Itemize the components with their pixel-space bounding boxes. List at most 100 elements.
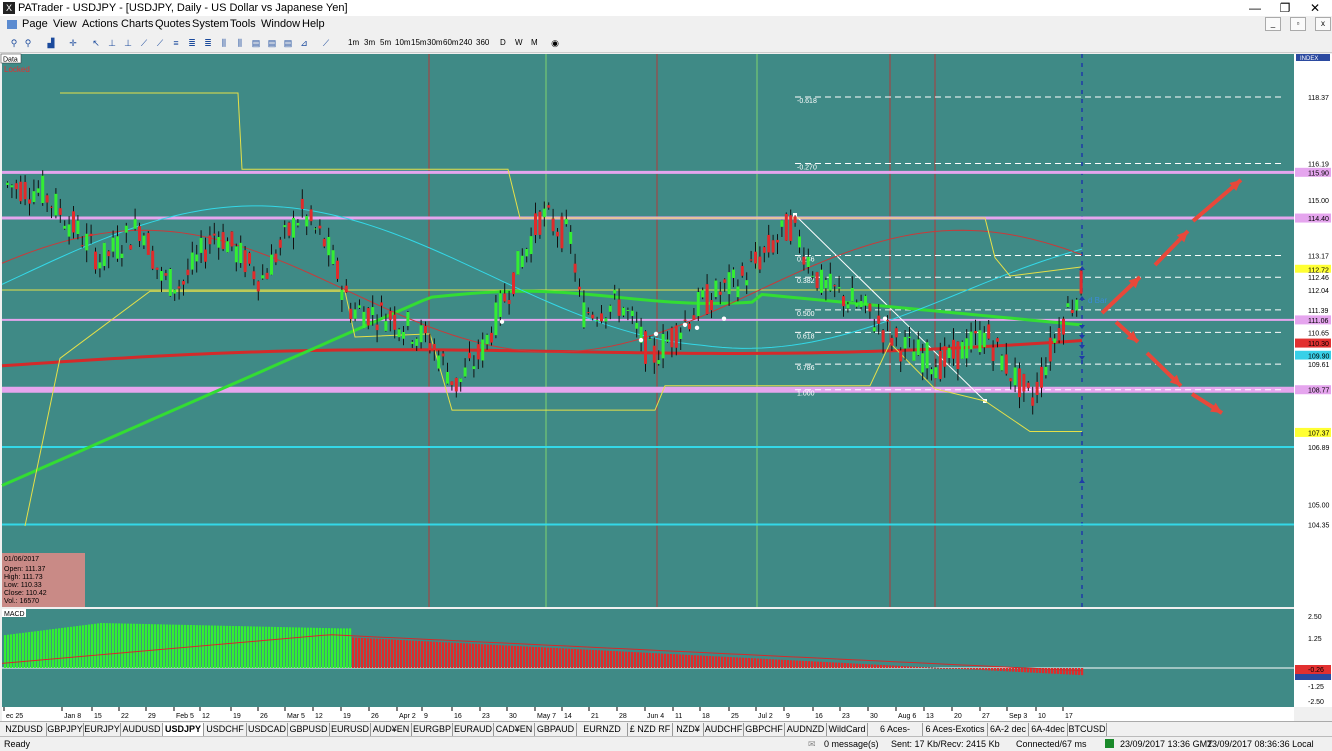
candle[interactable]: [199, 237, 203, 253]
candle[interactable]: [182, 281, 185, 285]
candle[interactable]: [217, 237, 221, 248]
symbol-tab[interactable]: EURUSD: [330, 723, 371, 736]
candle[interactable]: [419, 325, 423, 343]
pointer-icon[interactable]: ↖: [90, 37, 102, 49]
text-tool-icon[interactable]: ▤: [266, 37, 278, 49]
candle[interactable]: [454, 377, 458, 392]
candle[interactable]: [446, 371, 449, 384]
symbol-tab[interactable]: EURGBP: [412, 723, 453, 736]
symbol-tab[interactable]: 6 Aces-Exotics: [923, 723, 988, 736]
candle[interactable]: [111, 237, 115, 252]
menu-tools[interactable]: Tools: [230, 18, 256, 30]
candle[interactable]: [397, 329, 401, 338]
candle[interactable]: [578, 286, 581, 290]
candle[interactable]: [996, 338, 999, 342]
candle[interactable]: [710, 300, 713, 311]
candle[interactable]: [573, 263, 577, 273]
candle[interactable]: [740, 266, 744, 276]
symbol-tab[interactable]: AUDUSD: [121, 723, 163, 736]
candle[interactable]: [155, 267, 159, 270]
candle[interactable]: [538, 211, 542, 235]
symbol-tab[interactable]: GBPUSD: [288, 723, 330, 736]
candle[interactable]: [410, 341, 414, 344]
candle[interactable]: [503, 293, 507, 302]
chart-type-icon[interactable]: ▟: [45, 37, 57, 49]
candle[interactable]: [314, 228, 317, 230]
candle[interactable]: [692, 315, 696, 320]
symbol-tab[interactable]: EURNZD RF: [577, 723, 628, 747]
symbol-tab[interactable]: 6A-4dec: [1029, 723, 1068, 736]
candle[interactable]: [41, 175, 45, 204]
menu-actions[interactable]: Actions: [82, 18, 118, 30]
candle[interactable]: [485, 334, 489, 345]
candle[interactable]: [274, 253, 278, 263]
candle[interactable]: [520, 255, 524, 268]
candle[interactable]: [459, 378, 463, 383]
fib-ext-tool-icon[interactable]: ≣: [202, 37, 214, 49]
candle[interactable]: [894, 328, 898, 338]
candle[interactable]: [353, 309, 357, 319]
gann-tool-icon[interactable]: ⫼: [218, 37, 230, 49]
candle[interactable]: [648, 339, 652, 341]
candle[interactable]: [591, 314, 595, 319]
candle[interactable]: [982, 332, 986, 348]
candle[interactable]: [393, 314, 397, 330]
candle[interactable]: [494, 302, 498, 336]
candle[interactable]: [547, 205, 551, 208]
candle[interactable]: [811, 275, 815, 277]
candle[interactable]: [1070, 309, 1074, 313]
symbol-tab[interactable]: GBPCHF: [744, 723, 785, 736]
tf-1m[interactable]: 1m: [348, 38, 359, 47]
candle[interactable]: [309, 209, 313, 222]
candle[interactable]: [1018, 368, 1021, 398]
candle[interactable]: [820, 269, 823, 293]
tf-3m[interactable]: 3m: [364, 38, 375, 47]
candle[interactable]: [54, 193, 58, 216]
candle[interactable]: [402, 332, 405, 339]
symbol-tab[interactable]: AUD¥EN: [371, 723, 412, 736]
candle[interactable]: [956, 341, 960, 370]
candle[interactable]: [516, 251, 520, 275]
candle[interactable]: [952, 339, 955, 359]
candle[interactable]: [415, 338, 419, 346]
candle[interactable]: [45, 195, 49, 203]
close-button[interactable]: ✕: [1298, 0, 1332, 16]
crosshair-icon[interactable]: ✛: [67, 37, 79, 49]
candle[interactable]: [754, 251, 757, 264]
candle[interactable]: [727, 272, 731, 295]
candle[interactable]: [1035, 381, 1039, 396]
candle[interactable]: [512, 272, 515, 295]
candle[interactable]: [76, 220, 80, 235]
candle[interactable]: [815, 272, 819, 289]
fib-tool-icon[interactable]: ≣: [186, 37, 198, 49]
candle[interactable]: [256, 281, 260, 292]
price-axis[interactable]: [1294, 54, 1332, 707]
candle[interactable]: [168, 268, 172, 296]
symbol-tab[interactable]: GBPJPY: [47, 723, 84, 736]
candle[interactable]: [186, 269, 190, 276]
candle[interactable]: [6, 182, 9, 186]
candle[interactable]: [94, 251, 97, 270]
candle[interactable]: [265, 272, 269, 279]
candle[interactable]: [388, 311, 392, 320]
candle[interactable]: [701, 290, 705, 298]
candle[interactable]: [1062, 318, 1065, 335]
tf-5m[interactable]: 5m: [380, 38, 391, 47]
candle[interactable]: [366, 308, 370, 326]
candle[interactable]: [384, 321, 388, 331]
candle[interactable]: [468, 352, 471, 359]
candle[interactable]: [406, 312, 410, 326]
candle[interactable]: [208, 235, 212, 245]
candle[interactable]: [916, 339, 920, 356]
tf-10m[interactable]: 10m: [395, 38, 411, 47]
candle[interactable]: [556, 231, 559, 237]
candle[interactable]: [1009, 378, 1013, 382]
minimize-button[interactable]: —: [1238, 0, 1272, 16]
candle[interactable]: [626, 309, 630, 311]
candle[interactable]: [824, 279, 828, 289]
symbol-tab[interactable]: NZD¥: [673, 723, 704, 736]
candle[interactable]: [850, 287, 854, 302]
candle[interactable]: [837, 287, 841, 289]
candle[interactable]: [278, 239, 282, 248]
candle[interactable]: [428, 343, 432, 351]
